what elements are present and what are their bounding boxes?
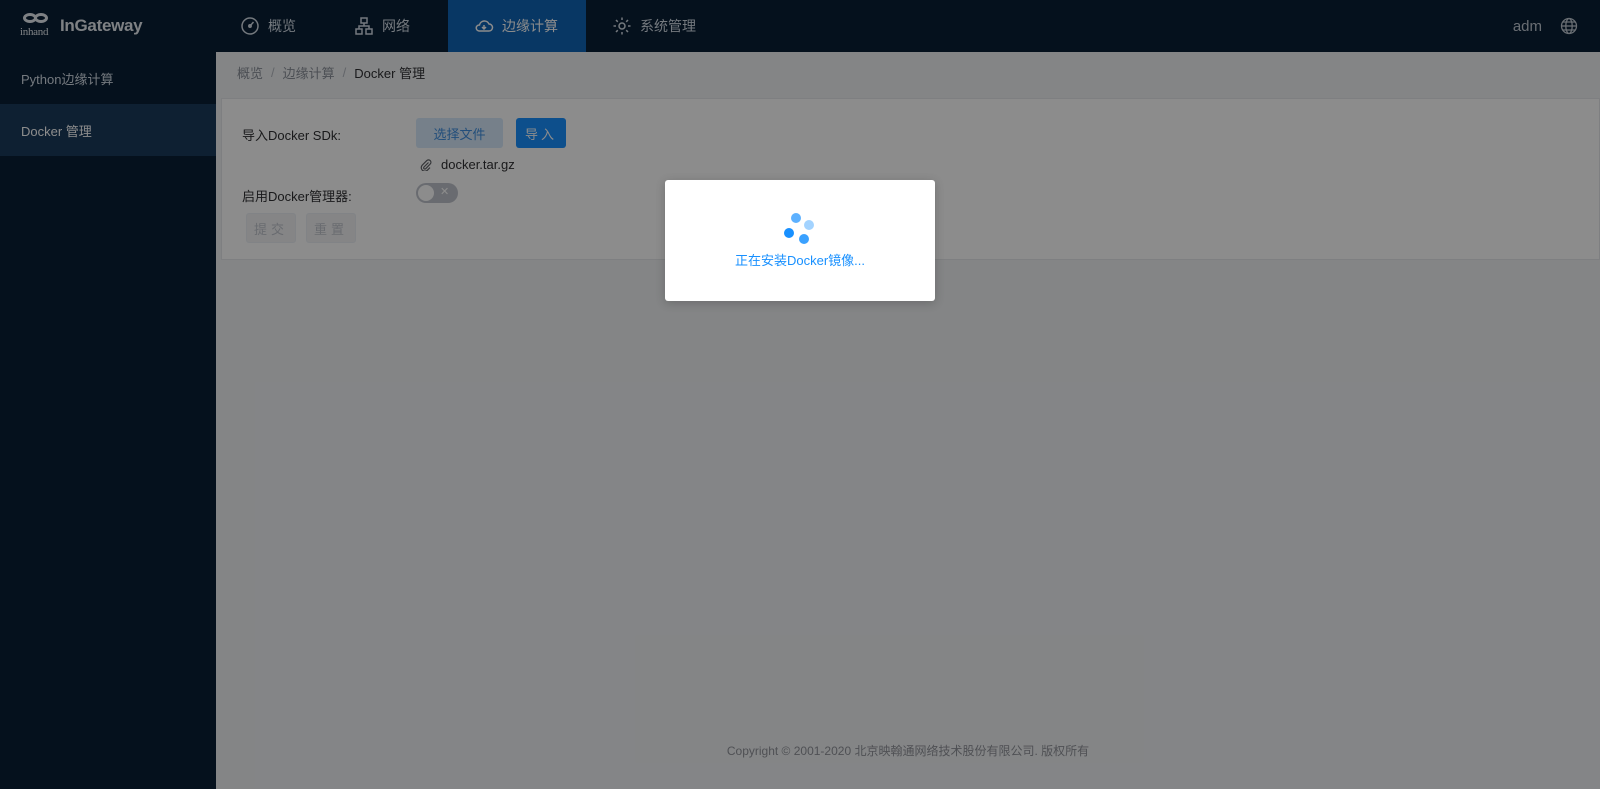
loading-spinner-icon xyxy=(782,213,818,249)
modal-overlay xyxy=(0,0,1600,789)
loading-dialog: 正在安装Docker镜像... xyxy=(665,180,935,301)
loading-message: 正在安装Docker镜像... xyxy=(734,253,865,268)
